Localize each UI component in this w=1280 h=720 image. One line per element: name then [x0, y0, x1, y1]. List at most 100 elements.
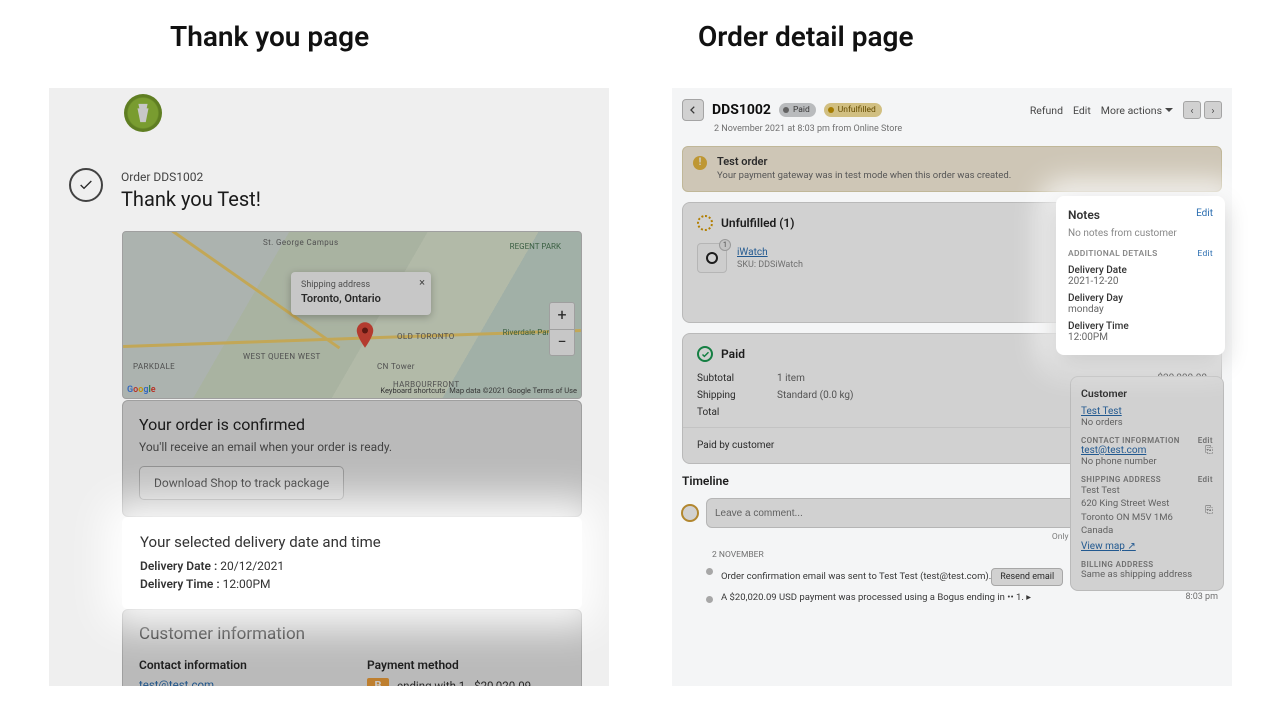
confirmed-title: Your order is confirmed	[139, 415, 565, 434]
detail-label: Delivery Time	[1068, 321, 1213, 332]
edit-details-link[interactable]: Edit	[1197, 249, 1213, 259]
ship-line: Toronto ON M5V 1M6	[1081, 511, 1173, 524]
map-label: OLD TORONTO	[397, 332, 455, 341]
billing-line: Same as shipping address	[1081, 569, 1213, 580]
back-button[interactable]	[682, 99, 704, 121]
map-label: PARKDALE	[133, 362, 175, 371]
delivery-info-card: Your selected delivery date and time Del…	[122, 517, 582, 609]
refund-link[interactable]: Refund	[1030, 104, 1063, 117]
prev-order-button[interactable]: ‹	[1183, 101, 1201, 119]
zoom-out-button[interactable]: −	[550, 329, 574, 355]
more-actions-menu[interactable]: More actions	[1101, 104, 1173, 117]
additional-details-heading: ADDITIONAL DETAILS	[1068, 249, 1158, 259]
unfulfilled-badge: Unfulfilled	[824, 103, 882, 117]
edit-shipping-link[interactable]: Edit	[1198, 475, 1213, 484]
unfulfilled-icon	[697, 215, 713, 231]
contact-heading: CONTACT INFORMATION	[1081, 436, 1180, 445]
ship-line: 620 King Street West	[1081, 497, 1173, 510]
product-link[interactable]: iWatch	[737, 247, 803, 258]
ship-line: Test Test	[1081, 484, 1173, 497]
edit-contact-link[interactable]: Edit	[1198, 436, 1213, 445]
detail-value: 12:00PM	[1068, 332, 1213, 343]
contact-label: Contact information	[139, 658, 337, 672]
copy-icon[interactable]: ⎘	[1205, 505, 1213, 516]
qty-badge: 1	[719, 239, 731, 251]
edit-notes-link[interactable]: Edit	[1196, 208, 1213, 222]
shipping-heading: SHIPPING ADDRESS	[1081, 475, 1161, 484]
map-pin-icon	[356, 322, 374, 352]
banner-title: Test order	[717, 155, 1211, 168]
paid-badge: Paid	[779, 103, 816, 117]
detail-value: 2021-12-20	[1068, 276, 1213, 287]
detail-label: Delivery Day	[1068, 293, 1213, 304]
view-map-link[interactable]: View map ↗	[1081, 541, 1213, 552]
notes-card: Notes Edit No notes from customer ADDITIO…	[1056, 196, 1225, 355]
card-brand-icon: B	[367, 678, 389, 686]
contact-email-link[interactable]: test@test.com	[1081, 445, 1146, 456]
google-logo: Google	[127, 385, 156, 395]
order-number: Order DDS1002	[121, 170, 203, 184]
avatar	[681, 504, 699, 522]
detail-label: Delivery Date	[1068, 265, 1213, 276]
map-label: CN Tower	[377, 362, 415, 371]
order-confirmed-card: Your order is confirmed You'll receive a…	[122, 400, 582, 517]
unfulfilled-heading: Unfulfilled (1)	[721, 216, 795, 230]
product-thumb: 1	[697, 243, 727, 273]
contact-email: test@test.com	[139, 678, 337, 686]
delivery-time-value: 12:00PM	[223, 577, 271, 591]
map-label: St. George Campus	[263, 238, 338, 247]
popup-city: Toronto, Ontario	[301, 292, 421, 305]
order-detail-panel: DDS1002 Paid Unfulfilled Refund Edit Mor…	[672, 88, 1232, 686]
notes-empty: No notes from customer	[1068, 228, 1213, 239]
delivery-date-value: 20/12/2021	[220, 559, 284, 573]
customer-card: Customer Test Test No orders CONTACT INF…	[1070, 376, 1224, 591]
delivery-title: Your selected delivery date and time	[140, 533, 564, 551]
comment-input[interactable]	[715, 508, 1119, 519]
customer-orders: No orders	[1081, 417, 1213, 428]
left-title: Thank you page	[170, 20, 369, 53]
store-logo	[124, 94, 162, 132]
map-label: REGENT PARK	[510, 242, 561, 251]
chevron-down-icon	[1165, 108, 1173, 116]
paid-heading: Paid	[721, 347, 745, 361]
warning-icon: !	[693, 156, 707, 170]
delivery-date-label: Delivery Date :	[140, 559, 217, 573]
no-phone: No phone number	[1081, 456, 1213, 467]
customer-heading: Customer information	[139, 624, 565, 644]
thankyou-heading: Thank you Test!	[121, 187, 261, 211]
next-order-button[interactable]: ›	[1204, 101, 1222, 119]
banner-sub: Your payment gateway was in test mode wh…	[717, 170, 1211, 181]
resend-email-button[interactable]: Resend email	[991, 568, 1063, 586]
notes-heading: Notes	[1068, 208, 1100, 222]
order-header: DDS1002 Paid Unfulfilled Refund Edit Mor…	[672, 88, 1232, 124]
paid-icon	[697, 346, 713, 362]
map-footer: Keyboard shortcuts Map data ©2021 Google…	[380, 386, 577, 395]
copy-icon[interactable]: ⎘	[1205, 445, 1213, 456]
delivery-time-label: Delivery Time :	[140, 577, 220, 591]
test-order-banner: ! Test order Your payment gateway was in…	[682, 146, 1222, 192]
customer-link[interactable]: Test Test	[1081, 406, 1213, 417]
map-popup: × Shipping address Toronto, Ontario	[291, 272, 431, 315]
order-title: DDS1002	[712, 102, 771, 118]
map-zoom[interactable]: +−	[549, 302, 575, 356]
map-label: WEST QUEEN WEST	[243, 352, 321, 361]
popup-title: Shipping address	[301, 280, 421, 290]
payment-line: ending with 1 - $20,020.09	[397, 679, 531, 686]
ship-line: Canada	[1081, 524, 1173, 537]
edit-link[interactable]: Edit	[1073, 104, 1091, 117]
download-shop-button[interactable]: Download Shop to track package	[139, 466, 344, 500]
close-icon[interactable]: ×	[419, 276, 425, 289]
product-sku: SKU: DDSiWatch	[737, 260, 803, 270]
shipping-map[interactable]: REGENT PARK St. George Campus OLD TORONT…	[122, 231, 582, 399]
confirmed-sub: You'll receive an email when your order …	[139, 440, 565, 454]
right-title: Order detail page	[698, 20, 914, 53]
zoom-in-button[interactable]: +	[550, 303, 574, 329]
detail-value: monday	[1068, 304, 1213, 315]
timeline-title: Timeline	[682, 474, 729, 488]
checkmark-icon	[69, 168, 103, 202]
payment-label: Payment method	[367, 658, 565, 672]
customer-info-card: Customer information Contact information…	[122, 609, 582, 686]
customer-heading: Customer	[1081, 387, 1127, 400]
billing-heading: BILLING ADDRESS	[1081, 560, 1213, 569]
order-subtitle: 2 November 2021 at 8:03 pm from Online S…	[672, 124, 1232, 142]
